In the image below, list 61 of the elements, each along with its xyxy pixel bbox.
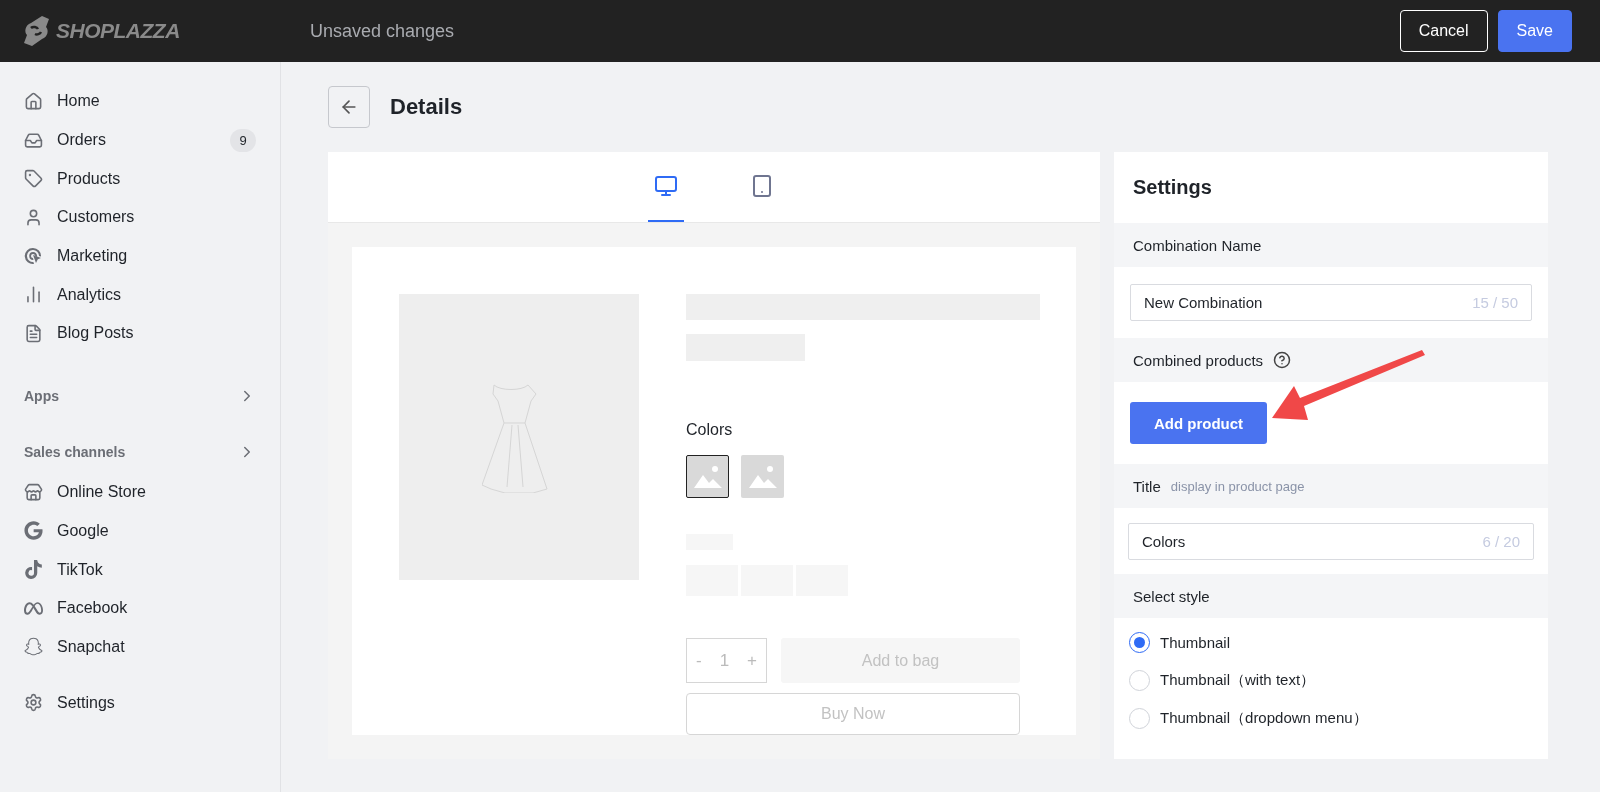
back-button[interactable] bbox=[328, 86, 370, 128]
count-badge: 9 bbox=[230, 128, 256, 152]
settings-icon bbox=[24, 693, 43, 713]
help-icon[interactable] bbox=[1273, 351, 1292, 369]
sidebar-item[interactable]: Blog Posts bbox=[24, 314, 256, 353]
settings-title: Settings bbox=[1132, 175, 1213, 200]
sidebar-item[interactable]: Analytics bbox=[24, 275, 256, 315]
character-counter: 15 / 50 bbox=[1472, 294, 1518, 311]
sidebar-item[interactable]: Settings bbox=[24, 683, 256, 722]
monitor-icon bbox=[654, 174, 678, 198]
option-label: Colors bbox=[686, 420, 734, 439]
style-option[interactable]: Thumbnail（with text） bbox=[1129, 670, 1533, 691]
store-icon bbox=[24, 482, 43, 502]
person-icon bbox=[24, 207, 43, 227]
option-label: Thumbnail（dropdown menu） bbox=[1160, 709, 1368, 728]
home-icon bbox=[24, 91, 43, 111]
tag-icon bbox=[24, 169, 43, 189]
option-label: Thumbnail bbox=[1160, 634, 1231, 651]
logo-icon bbox=[24, 16, 50, 46]
section-hint: display in product page bbox=[1170, 478, 1305, 494]
option-label: Thumbnail（with text） bbox=[1160, 671, 1316, 690]
target-cursor-icon bbox=[24, 247, 42, 266]
style-option[interactable]: Thumbnail bbox=[1129, 632, 1533, 653]
section-label: Combined products bbox=[1133, 351, 1264, 369]
section-label: Title bbox=[1133, 477, 1161, 495]
sidebar-item[interactable]: Online Store bbox=[24, 472, 256, 512]
section-label: Select style bbox=[1133, 587, 1210, 605]
add-product-button[interactable]: Add product bbox=[1130, 402, 1267, 444]
snapchat-icon bbox=[24, 637, 43, 657]
apps-section-header[interactable]: Apps bbox=[24, 382, 256, 409]
image-placeholder-icon bbox=[692, 463, 723, 490]
page-title: Details bbox=[390, 94, 463, 120]
sidebar-item[interactable]: Snapchat bbox=[24, 627, 256, 667]
sidebar-item[interactable]: Home bbox=[24, 82, 256, 121]
combination-name-field[interactable]: New Combination 15 / 50 bbox=[1130, 284, 1532, 321]
sidebar-item[interactable]: TikTok bbox=[24, 550, 256, 589]
google-icon bbox=[24, 521, 43, 541]
sidebar-item[interactable]: Facebook bbox=[24, 588, 256, 628]
brand-logo-text: SHOPLAZZA bbox=[56, 19, 180, 43]
color-swatch[interactable] bbox=[741, 454, 784, 498]
bar-chart-icon bbox=[24, 285, 43, 305]
character-counter: 6 / 20 bbox=[1482, 532, 1520, 550]
cancel-button[interactable]: Cancel bbox=[1399, 10, 1488, 52]
sidebar-item[interactable]: Products bbox=[24, 159, 256, 199]
sidebar-item[interactable]: Customers bbox=[24, 198, 256, 237]
style-option[interactable]: Thumbnail（dropdown menu） bbox=[1129, 708, 1533, 729]
unsaved-status: Unsaved changes bbox=[310, 20, 456, 42]
sales-channels-header[interactable]: Sales channels bbox=[24, 438, 256, 465]
quantity-value: 1 bbox=[719, 650, 730, 671]
inbox-icon bbox=[24, 130, 43, 150]
save-button[interactable]: Save bbox=[1497, 10, 1572, 52]
title-field[interactable]: Colors 6 / 20 bbox=[1128, 522, 1534, 560]
tablet-icon bbox=[750, 174, 774, 198]
sidebar-item[interactable]: Marketing bbox=[24, 236, 256, 276]
image-placeholder-icon bbox=[747, 463, 778, 490]
section-label: Combination Name bbox=[1133, 236, 1262, 254]
sidebar-item[interactable]: Google bbox=[24, 511, 256, 551]
document-icon bbox=[24, 323, 43, 343]
sidebar-item[interactable]: Orders 9 bbox=[24, 120, 256, 160]
tiktok-icon bbox=[24, 560, 43, 580]
color-swatch[interactable] bbox=[686, 454, 729, 498]
